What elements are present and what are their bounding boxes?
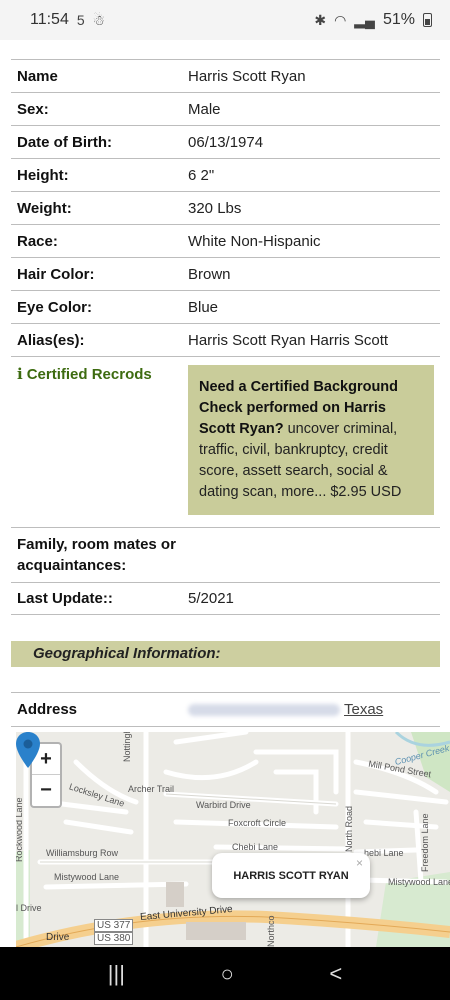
- geographical-information-header: Geographical Information:: [11, 641, 440, 667]
- home-button[interactable]: ○: [221, 961, 234, 987]
- row-label: Eye Color:: [17, 298, 93, 316]
- map-label: North Road: [344, 805, 354, 852]
- map-label: Freedom Lane: [420, 813, 430, 872]
- battery-icon: [423, 13, 432, 27]
- table-row: Last Update:: 5/2021: [11, 582, 440, 615]
- map-label: Drive: [46, 932, 70, 943]
- table-row: Race: White Non-Hispanic: [11, 224, 440, 257]
- table-row: Name Harris Scott Ryan: [11, 59, 440, 92]
- info-icon: i: [17, 365, 23, 383]
- row-label: Sex:: [17, 100, 49, 118]
- table-row: Weight: 320 Lbs: [11, 191, 440, 224]
- certified-background-check-ad[interactable]: Need a Certified Background Check perfor…: [188, 365, 434, 515]
- notification-icon: 5: [76, 12, 85, 28]
- table-row: Family, room mates or acquaintances:: [11, 527, 440, 582]
- map-label: Nottingham Dr: [122, 732, 132, 762]
- signal-icon: ▂▄: [354, 11, 375, 28]
- row-value: Blue: [188, 298, 219, 316]
- row-label: Alias(es):: [17, 331, 85, 349]
- status-bar: 11:54 5 ☃ ✱ ◠ ▂▄ 51%: [0, 0, 450, 40]
- table-row: Sex: Male: [11, 92, 440, 125]
- map-label: Archer Trail: [128, 784, 175, 794]
- row-value: 6 2": [188, 166, 215, 184]
- wifi-icon: ◠: [334, 11, 347, 28]
- map-label: Warbird Drive: [196, 800, 251, 810]
- row-value: Brown: [188, 265, 231, 283]
- map-marker-icon[interactable]: [16, 732, 40, 768]
- clock: 11:54: [30, 11, 69, 28]
- row-value: 06/13/1974: [188, 133, 264, 151]
- battery-level: 51%: [382, 11, 415, 28]
- address-value: Texas: [188, 701, 440, 718]
- map[interactable]: + − Archer Trail Warbird Drive Foxcroft …: [16, 732, 450, 947]
- row-value: White Non-Hispanic: [188, 232, 321, 250]
- map-label: Foxcroft Circle: [228, 818, 287, 828]
- row-value: 5/2021: [188, 590, 234, 607]
- map-label: Rockwood Lane: [16, 797, 24, 862]
- table-row: Alias(es): Harris Scott Ryan Harris Scot…: [11, 323, 440, 356]
- map-label: hebi Lane: [364, 848, 404, 858]
- row-label: Weight:: [17, 199, 72, 217]
- row-label: Race:: [17, 232, 58, 250]
- address-label: Address: [17, 701, 78, 718]
- profile-table: Name Harris Scott Ryan Sex: Male Date of…: [11, 59, 440, 615]
- certified-records-row: i Certified Recrods Need a Certified Back…: [11, 356, 440, 527]
- map-label: l Drive: [16, 903, 42, 913]
- row-value: Harris Scott Ryan: [188, 67, 306, 85]
- popup-name: HARRIS SCOTT RYAN: [233, 869, 349, 882]
- map-label: Northco: [266, 915, 276, 947]
- row-value: Male: [188, 100, 221, 118]
- row-label: Date of Birth:: [17, 133, 112, 151]
- map-label: Mistywood Lane: [54, 872, 120, 882]
- android-nav-bar: ||| ○ <: [0, 947, 450, 1000]
- recent-apps-button[interactable]: |||: [108, 961, 125, 987]
- bluetooth-icon: ✱: [314, 11, 327, 28]
- row-value: Harris Scott Ryan Harris Scott: [188, 331, 389, 349]
- app-notification-icon: ☃: [92, 11, 106, 28]
- row-label: Name: [17, 67, 58, 85]
- popup-close-button[interactable]: ×: [356, 856, 363, 870]
- map-label: Mistywood Lane: [388, 877, 450, 887]
- back-button[interactable]: <: [329, 961, 342, 987]
- map-label: US 380: [94, 932, 134, 945]
- table-row: Date of Birth: 06/13/1974: [11, 125, 440, 158]
- row-value: 320 Lbs: [188, 199, 242, 217]
- address-row: Address Texas: [11, 692, 440, 727]
- address-state-link[interactable]: Texas: [344, 701, 383, 718]
- row-label: Hair Color:: [17, 265, 95, 283]
- table-row: Eye Color: Blue: [11, 290, 440, 323]
- certified-records-label[interactable]: i Certified Recrods: [11, 365, 188, 383]
- certified-records-text: Certified Recrods: [26, 366, 152, 383]
- table-row: Height: 6 2": [11, 158, 440, 191]
- map-label: Williamsburg Row: [46, 848, 119, 858]
- row-label: Family, room mates or acquaintances:: [17, 536, 176, 574]
- row-label: Last Update::: [17, 590, 113, 607]
- table-row: Hair Color: Brown: [11, 257, 440, 290]
- map-label: Chebi Lane: [232, 842, 279, 852]
- zoom-out-button[interactable]: −: [32, 775, 60, 806]
- map-popup: HARRIS SCOTT RYAN ×: [212, 853, 370, 898]
- map-label: US 377: [94, 919, 134, 932]
- row-label: Height:: [17, 166, 69, 184]
- blurred-street-address: [188, 703, 340, 716]
